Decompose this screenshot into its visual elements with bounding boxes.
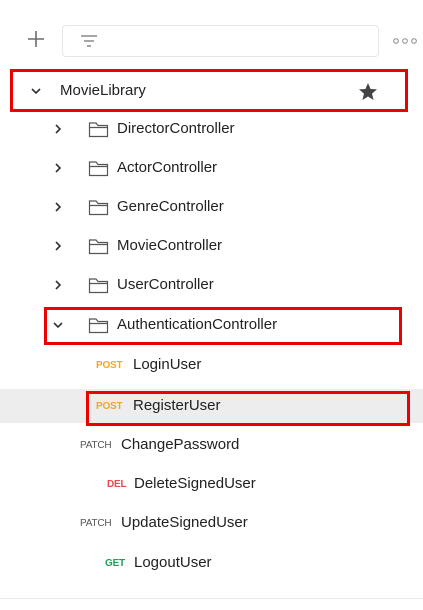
more-icon[interactable] [392, 36, 418, 46]
request-label: LoginUser [133, 356, 202, 373]
folder-row[interactable]: MovieController [0, 229, 423, 263]
folder-row[interactable]: AuthenticationController [0, 308, 423, 342]
panel-divider [0, 598, 423, 599]
request-label: RegisterUser [133, 397, 221, 414]
folder-label: ActorController [117, 159, 218, 176]
request-row[interactable]: PATCH UpdateSignedUser [0, 506, 423, 540]
chevron-right-icon[interactable] [51, 161, 65, 175]
folder-label: MovieController [117, 237, 223, 254]
folder-icon [88, 239, 109, 255]
star-icon[interactable] [358, 82, 378, 101]
folder-icon [88, 318, 109, 334]
request-label: ChangePassword [121, 436, 240, 453]
folder-row[interactable]: ActorController [0, 151, 423, 185]
request-label: DeleteSignedUser [134, 475, 256, 492]
folder-label: GenreController [117, 198, 224, 215]
chevron-right-icon[interactable] [51, 200, 65, 214]
request-label: UpdateSignedUser [121, 514, 248, 531]
folder-label: DirectorController [117, 120, 235, 137]
request-row[interactable]: DEL DeleteSignedUser [0, 467, 423, 501]
folder-icon [88, 278, 109, 294]
request-row[interactable]: PATCH ChangePassword [0, 428, 423, 462]
sidebar-toolbar [0, 0, 423, 62]
request-row[interactable]: POST LoginUser [0, 348, 423, 382]
request-label: LogoutUser [134, 554, 212, 571]
method-badge: DEL [107, 479, 127, 490]
folder-label: UserController [117, 276, 214, 293]
method-badge: PATCH [80, 518, 112, 529]
chevron-right-icon[interactable] [51, 278, 65, 292]
request-row-selected[interactable]: POST RegisterUser [0, 389, 423, 423]
filter-input[interactable] [62, 25, 379, 57]
folder-row[interactable]: DirectorController [0, 112, 423, 146]
method-badge: POST [96, 401, 123, 412]
folder-row[interactable]: GenreController [0, 190, 423, 224]
method-badge: PATCH [80, 440, 112, 451]
folder-icon [88, 161, 109, 177]
folder-icon [88, 200, 109, 216]
folder-icon [88, 122, 109, 138]
chevron-right-icon[interactable] [51, 239, 65, 253]
collection-row[interactable]: MovieLibrary [0, 74, 423, 108]
chevron-down-icon[interactable] [51, 318, 65, 332]
method-badge: POST [96, 360, 123, 371]
folder-row[interactable]: UserController [0, 268, 423, 302]
filter-icon [81, 35, 97, 47]
folder-label: AuthenticationController [117, 316, 278, 333]
plus-icon[interactable] [26, 29, 46, 49]
request-row[interactable]: GET LogoutUser [0, 546, 423, 580]
collection-name: MovieLibrary [60, 82, 146, 99]
method-badge: GET [105, 558, 125, 569]
chevron-down-icon[interactable] [29, 84, 43, 98]
chevron-right-icon[interactable] [51, 122, 65, 136]
